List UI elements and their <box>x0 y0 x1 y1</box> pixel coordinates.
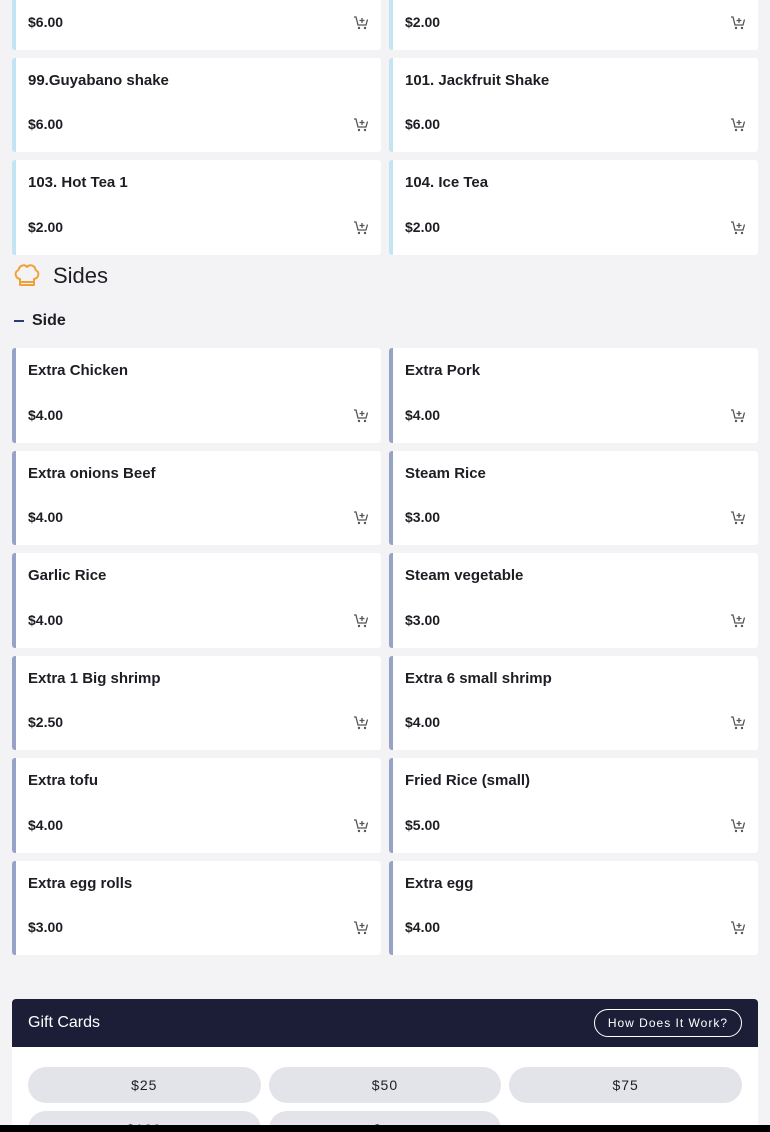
item-price: $6.00 <box>28 116 64 132</box>
item-name: 104. Ice Tea <box>405 174 489 191</box>
menu-item-card[interactable]: 101. Jackfruit Shake $6.00 <box>389 57 758 152</box>
add-to-cart-icon[interactable] <box>730 220 746 236</box>
menu-item-card[interactable]: Fried Rice (small) $5.00 <box>389 758 758 853</box>
gift-cards-panel: Gift Cards How Does It Work? $25 $50 $75… <box>12 999 758 1132</box>
add-to-cart-icon[interactable] <box>353 715 369 731</box>
menu-item-card[interactable]: 104. Ice Tea $2.00 <box>389 160 758 255</box>
item-price: $4.00 <box>405 714 441 730</box>
add-to-cart-icon[interactable] <box>353 920 369 936</box>
gift-amount-button[interactable]: $50 <box>268 1067 502 1103</box>
item-name: 99.Guyabano shake <box>28 71 169 89</box>
item-price: $4.00 <box>405 406 441 423</box>
category-label: Side <box>32 312 66 329</box>
menu-item-card[interactable]: 99.Guyabano shake $6.00 <box>12 57 381 152</box>
add-to-cart-icon[interactable] <box>730 408 746 424</box>
menu-item-card[interactable]: Extra 6 small shrimp $4.00 <box>389 655 758 750</box>
item-name: Extra 1 Big shrimp <box>28 669 161 687</box>
add-to-cart-icon[interactable] <box>730 510 746 526</box>
add-to-cart-icon[interactable] <box>353 818 369 834</box>
item-name: Garlic Rice <box>28 567 107 584</box>
add-to-cart-icon[interactable] <box>353 408 369 424</box>
item-price: $4.00 <box>28 509 64 525</box>
item-name: Extra tofu <box>28 772 99 789</box>
item-price: $2.00 <box>405 218 441 235</box>
item-name: 101. Jackfruit Shake <box>405 71 550 89</box>
menu-item-card[interactable]: Extra Pork $4.00 <box>389 348 758 443</box>
chef-hat-icon <box>12 261 42 291</box>
item-name: Steam vegetable <box>405 567 524 584</box>
item-name: Extra 6 small shrimp <box>405 669 552 687</box>
item-price: $2.00 <box>28 218 64 235</box>
item-price: $4.00 <box>28 406 64 423</box>
item-name: 103. Hot Tea 1 <box>28 174 128 191</box>
add-to-cart-icon[interactable] <box>353 220 369 236</box>
item-price: $5.00 <box>405 816 441 833</box>
gift-amount-button[interactable]: $25 <box>28 1067 261 1103</box>
item-price: $4.00 <box>28 611 64 628</box>
menu-item-card[interactable]: Extra tofu $4.00 <box>12 758 381 853</box>
drinks-grid: $6.00 $2.00 99.Guyabano shake $6.00 101.… <box>12 0 758 255</box>
item-price: $2.00 <box>405 13 441 30</box>
add-to-cart-icon[interactable] <box>353 117 369 133</box>
how-does-it-work-button[interactable]: How Does It Work? <box>593 1009 742 1037</box>
collapse-icon[interactable] <box>14 320 24 322</box>
item-price: $4.00 <box>28 816 64 833</box>
menu-item-card[interactable]: 103. Hot Tea 1 $2.00 <box>12 160 381 255</box>
item-price: $6.00 <box>28 13 64 30</box>
add-to-cart-icon[interactable] <box>353 613 369 629</box>
menu-item-card[interactable]: Extra Chicken $4.00 <box>12 348 381 443</box>
menu-item-card[interactable]: Garlic Rice $4.00 <box>12 553 381 648</box>
item-price: $3.00 <box>405 509 441 525</box>
item-price: $3.00 <box>405 611 441 628</box>
menu-item-card[interactable]: Extra egg $4.00 <box>389 860 758 955</box>
menu-item-card[interactable]: Steam vegetable $3.00 <box>389 553 758 648</box>
item-price: $4.00 <box>405 919 441 935</box>
gift-amount-button[interactable]: $75 <box>509 1067 742 1103</box>
sides-grid: Extra Chicken $4.00 Extra Pork $4.00 Ext… <box>12 348 758 955</box>
add-to-cart-icon[interactable] <box>730 613 746 629</box>
menu-item-card[interactable]: $6.00 <box>12 0 381 50</box>
gift-cards-title: Gift Cards <box>28 1014 101 1031</box>
section-title: Sides <box>53 263 109 288</box>
item-name: Extra egg <box>405 874 474 892</box>
add-to-cart-icon[interactable] <box>730 15 746 31</box>
add-to-cart-icon[interactable] <box>353 15 369 31</box>
item-price: $3.00 <box>28 919 64 935</box>
menu-item-card[interactable]: Steam Rice $3.00 <box>389 450 758 545</box>
add-to-cart-icon[interactable] <box>730 818 746 834</box>
menu-item-card[interactable]: Extra 1 Big shrimp $2.50 <box>12 655 381 750</box>
category-toggle-side[interactable]: Side <box>14 312 66 330</box>
menu-item-card[interactable]: $2.00 <box>389 0 758 50</box>
menu-item-card[interactable]: Extra onions Beef $4.00 <box>12 450 381 545</box>
gift-cards-header: Gift Cards How Does It Work? <box>12 999 758 1047</box>
item-name: Fried Rice (small) <box>405 772 531 789</box>
add-to-cart-icon[interactable] <box>730 715 746 731</box>
item-price: $2.50 <box>28 714 64 730</box>
add-to-cart-icon[interactable] <box>353 510 369 526</box>
item-name: Steam Rice <box>405 464 486 482</box>
menu-item-card[interactable]: Extra egg rolls $3.00 <box>12 860 381 955</box>
item-name: Extra Pork <box>405 362 481 379</box>
section-heading-sides: Sides <box>12 259 108 293</box>
item-name: Extra Chicken <box>28 362 129 379</box>
bottom-bar <box>0 1125 770 1132</box>
item-name: Extra onions Beef <box>28 464 156 482</box>
add-to-cart-icon[interactable] <box>730 117 746 133</box>
item-price: $6.00 <box>405 116 441 132</box>
gift-card-amounts: $25 $50 $75 $100 $... <box>28 1067 742 1132</box>
item-name: Extra egg rolls <box>28 874 133 892</box>
add-to-cart-icon[interactable] <box>730 920 746 936</box>
